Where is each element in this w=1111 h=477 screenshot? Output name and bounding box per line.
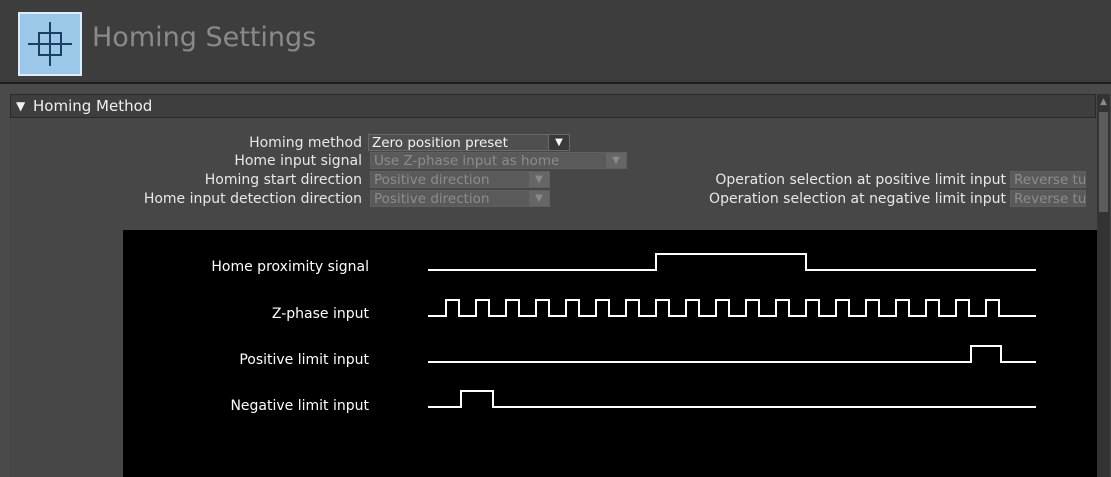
op-positive-limit-row: Operation selection at positive limit in…: [570, 171, 1006, 189]
homing-start-direction-row: Homing start direction: [10, 171, 362, 189]
chevron-down-icon[interactable]: ▼: [528, 191, 549, 206]
op-negative-limit-row: Operation selection at negative limit in…: [570, 190, 1006, 208]
homing-method-label: Homing method: [249, 135, 362, 151]
crosshair-icon: [18, 12, 82, 76]
home-input-detection-direction-dropdown[interactable]: Positive direction ▼: [370, 190, 550, 207]
op-positive-limit-dropdown[interactable]: Reverse tu: [1010, 171, 1086, 188]
home-input-signal-dropdown[interactable]: Use Z-phase input as home ▼: [370, 152, 627, 169]
settings-panel: ▼ Homing Method Homing method Zero posit…: [10, 94, 1110, 477]
op-negative-limit-dropdown[interactable]: Reverse tu: [1010, 190, 1086, 207]
waveform-negative-limit: [428, 390, 1036, 408]
homing-start-direction-label: Homing start direction: [204, 172, 362, 188]
op-positive-limit-label: Operation selection at positive limit in…: [715, 172, 1006, 188]
section-title: Homing Method: [33, 97, 153, 115]
chevron-down-icon[interactable]: ▼: [548, 135, 569, 150]
home-input-detection-direction-value: Positive direction: [374, 191, 490, 207]
page-title: Homing Settings: [92, 22, 317, 53]
homing-method-value: Zero position preset: [372, 135, 508, 151]
scroll-thumb[interactable]: [1099, 112, 1108, 212]
timing-waveforms: [428, 253, 1036, 408]
op-negative-limit-value: Reverse tu: [1014, 191, 1086, 207]
waveform-home-proximity: [428, 253, 1036, 271]
chevron-down-icon[interactable]: ▼: [528, 172, 549, 187]
timing-diagram: Home proximity signal Z-phase input Posi…: [123, 230, 1097, 477]
waveform-positive-limit: [428, 345, 1036, 363]
page-header: Homing Settings: [0, 0, 1111, 84]
home-input-detection-direction-label: Home input detection direction: [143, 191, 362, 207]
home-input-signal-label: Home input signal: [234, 153, 362, 169]
home-input-signal-row: Home input signal: [10, 152, 362, 170]
chevron-down-icon[interactable]: ▼: [605, 153, 626, 168]
op-positive-limit-value: Reverse tu: [1014, 172, 1086, 188]
home-input-detection-direction-row: Home input detection direction: [10, 190, 362, 208]
vertical-scrollbar[interactable]: ▲: [1097, 94, 1110, 477]
waveform-z-phase: [428, 299, 1036, 317]
section-header-homing-method[interactable]: ▼ Homing Method: [10, 94, 1096, 118]
homing-method-row: Homing method: [10, 134, 362, 152]
scroll-up-icon[interactable]: ▲: [1097, 94, 1110, 110]
collapse-arrow-icon[interactable]: ▼: [16, 95, 25, 117]
homing-start-direction-value: Positive direction: [374, 172, 490, 188]
home-input-signal-value: Use Z-phase input as home: [374, 153, 560, 169]
homing-start-direction-dropdown[interactable]: Positive direction ▼: [370, 171, 550, 188]
op-negative-limit-label: Operation selection at negative limit in…: [709, 191, 1006, 207]
homing-method-dropdown[interactable]: Zero position preset ▼: [368, 134, 570, 151]
